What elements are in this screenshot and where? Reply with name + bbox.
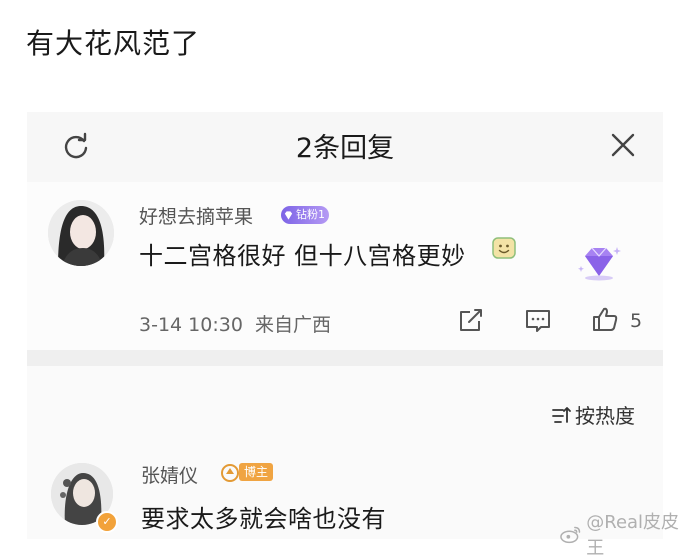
reply-icon[interactable] (524, 308, 552, 334)
comment-time: 3-14 10:30 (139, 314, 243, 336)
post-caption: 有大花风范了 (26, 27, 201, 60)
close-icon[interactable] (610, 132, 636, 158)
reply-panel: 2条回复 好想去摘苹果 钻粉1 十二宫格很好 但十八宫格更妙 3-14 10:3… (27, 112, 663, 539)
comment-item: 好想去摘苹果 钻粉1 十二宫格很好 但十八宫格更妙 3-14 10:30 来自广… (27, 182, 663, 350)
watermark: @Real皮皮王 (560, 508, 689, 560)
share-icon[interactable] (457, 308, 485, 334)
diamond-icon (284, 210, 293, 220)
like-icon[interactable] (591, 306, 619, 332)
watermark-text: @Real皮皮王 (586, 512, 680, 559)
panel-title: 2条回复 (295, 133, 395, 164)
weibo-logo-icon (560, 526, 581, 544)
avatar[interactable] (48, 200, 114, 266)
comment-text: 十二宫格很好 但十八宫格更妙 (139, 242, 466, 270)
verified-badge: ✓ (96, 511, 118, 533)
avatar-portrait (48, 200, 114, 266)
comment-location: 来自广西 (254, 314, 331, 336)
diamond-fan-icon (578, 247, 621, 281)
reply-username[interactable]: 张婧仪 (141, 461, 198, 488)
fan-badge-label: 钻粉1 (296, 208, 325, 221)
panel-header: 2条回复 (27, 112, 663, 182)
like-count: 5 (630, 310, 643, 332)
host-badge-label: 博主 (239, 463, 274, 481)
host-emblem-icon (221, 464, 239, 482)
comment-meta: 3-14 10:30 来自广西 (139, 310, 331, 337)
sort-toggle[interactable]: 按热度 (551, 400, 635, 429)
reply-text: 要求太多就会啥也没有 (141, 505, 386, 533)
smiling-emoji-icon (492, 237, 516, 259)
sort-icon (552, 406, 571, 423)
comment-username[interactable]: 好想去摘苹果 (139, 202, 253, 229)
fan-badge: 钻粉1 (281, 206, 329, 224)
host-badge: 博主 (219, 462, 274, 482)
sort-label: 按热度 (575, 404, 635, 428)
section-separator (27, 350, 663, 366)
